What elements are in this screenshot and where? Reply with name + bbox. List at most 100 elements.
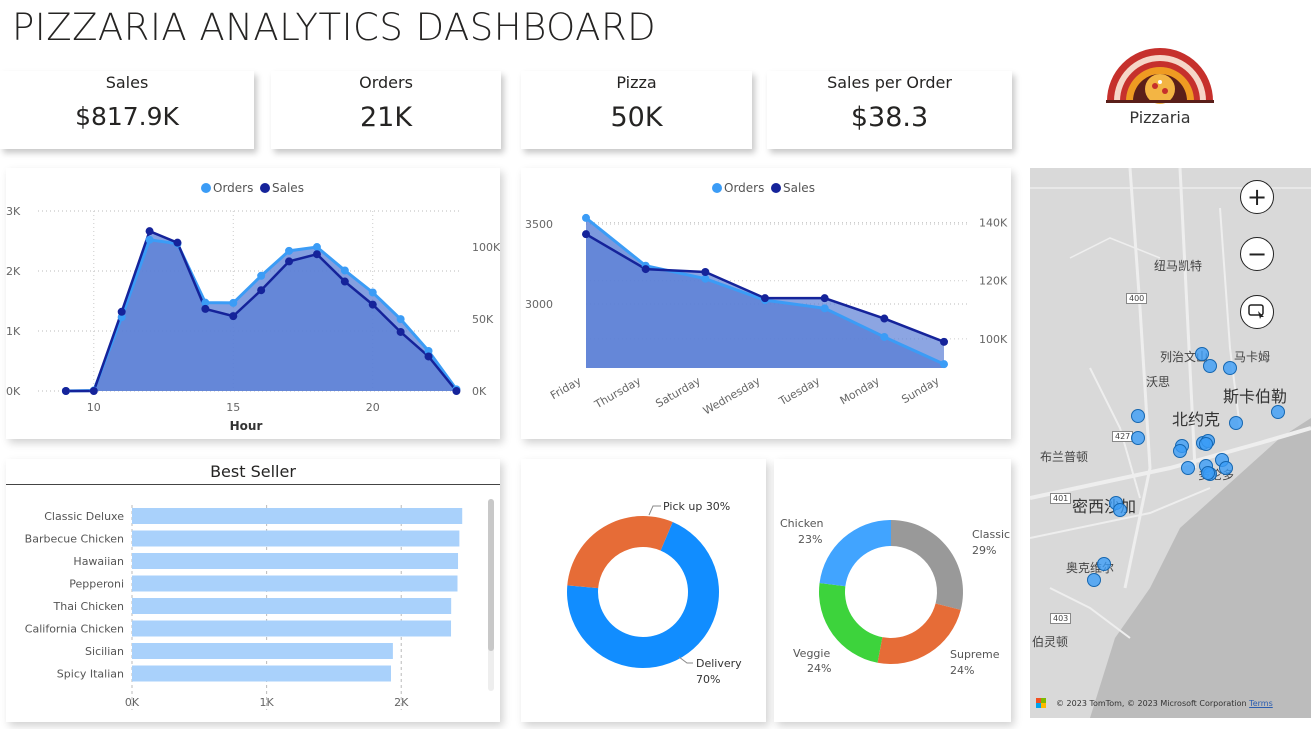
leader-line [648,505,661,516]
select-icon [1248,304,1264,319]
plus-icon: + [1246,183,1268,211]
map-marker [1173,444,1187,458]
chicken-label: Chicken [780,517,824,530]
map-marker [1223,361,1237,375]
bar [132,643,393,659]
x-tick-label: Friday [548,374,584,402]
logo-text: Pizzaria [1129,108,1191,127]
kpi-card-orders[interactable]: Orders 21K [271,71,501,149]
map-marker [1229,416,1243,430]
weekday-orders-sales-chart[interactable]: Orders Sales 3500 3000 140K 120K 100K Friday Thu… [521,168,1011,439]
bar-label: Spicy Italian [57,668,124,681]
orders-point [582,213,590,222]
map-credit-text: © 2023 TomTom, © 2023 Microsoft Corporat… [1056,699,1247,708]
orders-point [229,298,238,307]
delivery-pct: 70% [696,673,720,686]
zoom-in-button[interactable]: + [1240,180,1274,214]
sales-point [820,294,829,303]
kpi-label: Sales per Order [827,73,952,92]
map-marker [1219,461,1233,475]
kpi-label: Sales [105,73,149,92]
map-marker [1181,461,1195,475]
y2-tick-label: 0K [472,385,487,398]
map-marker [1271,405,1285,419]
leader-line [678,656,693,664]
orders-point [285,246,294,255]
map-marker [1113,503,1127,517]
bar-label: Hawaiian [73,555,124,568]
sales-point [173,238,182,247]
legend-label: Orders [213,181,253,195]
pizzaria-logo: Pizzaria [1100,44,1220,128]
scrollbar-thumb [488,499,494,651]
sales-point [201,304,210,313]
legend-marker [712,183,722,193]
orders-point [940,360,948,369]
x-tick-label: 15 [226,401,240,414]
sales-point [424,352,433,361]
orders-point [368,288,377,297]
x-tick-label: 0K [125,696,140,709]
weekday-chart-svg: Orders Sales 3500 3000 140K 120K 100K Friday Thu… [525,181,1008,417]
hourly-orders-sales-chart[interactable]: Orders Sales 3K 2K 1K 0K 100K 50K 0K 10 15 20 Hour [6,168,500,439]
best-seller-title: Best Seller [6,459,500,485]
zoom-out-button[interactable]: − [1240,237,1274,271]
map-credit: © 2023 TomTom, © 2023 Microsoft Corporat… [1056,699,1273,708]
kpi-card-sales-per-order[interactable]: Sales per Order $38.3 [767,71,1012,149]
select-area-button[interactable] [1240,295,1274,329]
y2-tick-label: 140K [979,217,1008,230]
bar-label: Thai Chicken [53,600,124,613]
category-donut[interactable]: Chicken 23% Classic 29% Supreme 24% Veggie 24% [774,459,1011,722]
orders-point [145,235,154,244]
supreme-slice [877,603,961,664]
veggie-label: Veggie [793,647,830,660]
sales-point [641,265,650,274]
kpi-card-sales[interactable]: Sales $817.9K [0,71,254,149]
bar [132,665,391,682]
y-tick-label: 2K [6,265,21,278]
location-map[interactable]: 纽马凯特 列治文山 马卡姆 沃思 斯卡伯勒 北约克 布兰普顿 多伦多 密西沙加 … [1030,168,1311,718]
y-tick-label: 3500 [525,218,553,231]
kpi-card-pizza[interactable]: Pizza 50K [521,71,752,149]
orders-point [340,266,349,275]
bar [132,508,463,524]
sales-point [701,268,710,276]
x-tick-label: Thursday [591,374,643,412]
orders-point [257,271,266,280]
y2-tick-label: 120K [979,275,1008,288]
bar [132,620,452,637]
x-axis-label: Hour [230,419,263,433]
map-marker [1131,409,1145,423]
classic-label: Classic [972,528,1010,541]
x-tick-label: 2K [394,696,409,709]
classic-slice [891,520,963,610]
bar [132,553,459,569]
sales-point [452,387,461,395]
veggie-pct: 24% [807,662,831,675]
orders-area [586,217,944,368]
sales-point [89,387,98,395]
kpi-value: 21K [359,102,413,133]
legend-marker [201,183,211,193]
supreme-label: Supreme [950,648,1000,661]
bar [132,598,452,614]
pizza-oven-icon [1106,48,1214,104]
bar [132,530,460,547]
sales-point [880,314,889,323]
best-seller-chart[interactable]: Best Seller 0K 1K 2K Classic Deluxe Barbecue… [6,459,500,722]
sales-point [340,277,349,286]
bar-label: Pepperoni [69,578,124,591]
category-svg: Chicken 23% Classic 29% Supreme 24% Veggie 24% [780,517,1010,677]
sales-point [257,286,266,295]
supreme-pct: 24% [950,664,974,677]
bar [132,575,458,592]
y-tick-label: 3000 [525,298,553,311]
x-tick-label: 20 [366,401,380,414]
map-terms-link[interactable]: Terms [1249,699,1273,708]
x-tick-label: Wednesday [701,374,763,417]
y-tick-label: 3K [6,205,21,218]
order-type-donut[interactable]: Pick up 30% Delivery 70% [521,459,766,722]
best-seller-svg: 0K 1K 2K Classic Deluxe Barbecue Chicken Hawa… [25,499,494,710]
orders-point [396,315,405,324]
map-marker [1199,437,1213,451]
